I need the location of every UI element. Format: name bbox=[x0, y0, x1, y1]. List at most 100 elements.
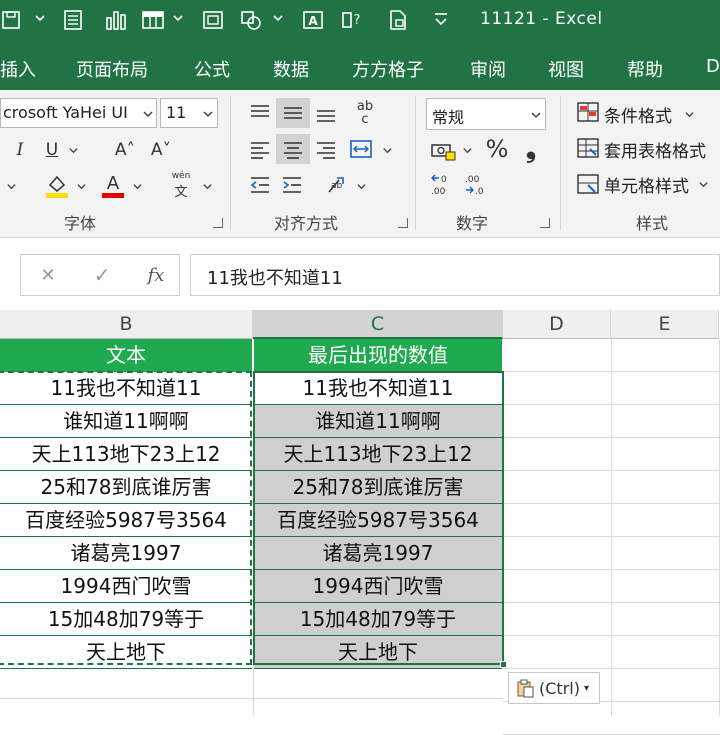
tab-more[interactable]: D bbox=[706, 56, 720, 77]
merge-caret-icon[interactable] bbox=[380, 142, 394, 158]
fill-handle[interactable] bbox=[500, 661, 507, 668]
form-icon[interactable] bbox=[60, 7, 86, 33]
font-name-value: crosoft YaHei UI bbox=[3, 103, 128, 122]
text-box-icon[interactable]: A bbox=[300, 7, 326, 33]
fill-color-icon[interactable] bbox=[42, 170, 72, 200]
document-lock-icon[interactable] bbox=[385, 7, 411, 33]
decrease-font-button[interactable]: A˅ bbox=[144, 136, 178, 164]
accounting-format-icon[interactable] bbox=[428, 136, 458, 164]
column-header-b[interactable]: B bbox=[0, 310, 253, 339]
header-cell-last-number[interactable]: 最后出现的数值 bbox=[254, 339, 502, 372]
chart-icon[interactable] bbox=[103, 7, 129, 33]
percent-style-button[interactable]: % bbox=[482, 134, 512, 164]
cell-styles-caret-icon[interactable] bbox=[696, 176, 710, 192]
increase-indent-icon[interactable] bbox=[278, 170, 306, 200]
increase-decimal-icon[interactable]: 0.00 bbox=[428, 170, 458, 200]
merge-center-icon[interactable] bbox=[346, 134, 376, 164]
more-commands-icon[interactable] bbox=[428, 7, 454, 33]
paste-options-button[interactable]: (Ctrl) ▾ bbox=[508, 672, 600, 704]
align-middle-icon[interactable] bbox=[276, 98, 310, 128]
accounting-caret-icon[interactable] bbox=[460, 142, 474, 158]
number-format-caret-icon[interactable] bbox=[528, 106, 544, 124]
orientation-caret-icon[interactable] bbox=[354, 178, 368, 194]
phonetic-button[interactable]: wén 文 bbox=[166, 168, 196, 202]
column-header-d[interactable]: D bbox=[503, 310, 611, 339]
border-caret-icon[interactable] bbox=[4, 178, 18, 194]
formula-content: 11我也不知道11 bbox=[207, 268, 343, 289]
decrease-indent-icon[interactable] bbox=[246, 170, 274, 200]
tab-insert[interactable]: 插入 bbox=[0, 56, 36, 82]
table-caret-icon[interactable] bbox=[172, 12, 184, 24]
function-icon[interactable]: ? bbox=[340, 7, 366, 33]
svg-text:A: A bbox=[107, 173, 120, 194]
column-header-c[interactable]: C bbox=[253, 310, 503, 339]
phonetic-label: wén bbox=[171, 170, 191, 181]
underline-button[interactable]: U bbox=[40, 136, 64, 164]
grid-line bbox=[611, 339, 612, 716]
increase-font-button[interactable]: A˄ bbox=[108, 136, 142, 164]
orientation-icon[interactable]: ab bbox=[322, 170, 352, 200]
grid-line bbox=[253, 665, 254, 716]
group-styles-label: 样式 bbox=[636, 214, 669, 233]
tab-view[interactable]: 视图 bbox=[548, 56, 584, 82]
tab-help[interactable]: 帮助 bbox=[627, 56, 663, 82]
document-title: 11121 - Excel bbox=[480, 9, 603, 29]
font-size-value: 11 bbox=[166, 103, 187, 122]
formula-controls: ✕ ✓ fx bbox=[20, 254, 180, 296]
align-left-icon[interactable] bbox=[246, 134, 274, 164]
font-size-caret-icon[interactable] bbox=[200, 104, 216, 124]
screenshot-icon[interactable] bbox=[200, 7, 226, 33]
save-icon[interactable] bbox=[0, 7, 22, 33]
conditional-format-caret-icon[interactable] bbox=[682, 106, 696, 122]
tab-formulas[interactable]: 公式 bbox=[194, 56, 230, 82]
phonetic-caret-icon[interactable] bbox=[200, 178, 214, 194]
align-right-icon[interactable] bbox=[312, 134, 340, 164]
align-bottom-icon[interactable] bbox=[312, 98, 340, 128]
insert-function-button[interactable]: fx bbox=[143, 262, 169, 288]
fill-color-caret-icon[interactable] bbox=[74, 178, 88, 194]
svg-text:?: ? bbox=[354, 13, 361, 28]
font-name-box[interactable]: crosoft YaHei UI bbox=[0, 98, 157, 128]
paste-options-label: (Ctrl) bbox=[539, 678, 580, 698]
font-color-caret-icon[interactable] bbox=[130, 178, 144, 194]
wrap-text-icon[interactable]: ab c bbox=[350, 98, 380, 128]
cell-styles-icon[interactable] bbox=[574, 170, 602, 198]
conditional-format-icon[interactable] bbox=[574, 98, 602, 126]
number-launcher-icon[interactable] bbox=[540, 218, 550, 228]
selection-border bbox=[253, 371, 504, 665]
decrease-decimal-icon[interactable]: .00.0 bbox=[462, 170, 492, 200]
format-as-table-icon[interactable] bbox=[574, 134, 602, 162]
formula-input[interactable]: 11我也不知道11 bbox=[190, 254, 720, 296]
wrap-c: c bbox=[361, 112, 369, 127]
svg-text:0: 0 bbox=[441, 175, 447, 185]
tab-data[interactable]: 数据 bbox=[273, 56, 309, 82]
format-as-table-label[interactable]: 套用表格格式 bbox=[604, 137, 706, 162]
column-header-e[interactable]: E bbox=[611, 310, 719, 339]
tab-page-layout[interactable]: 页面布局 bbox=[76, 56, 148, 82]
alignment-launcher-icon[interactable] bbox=[398, 218, 408, 228]
table-grid-icon[interactable] bbox=[140, 7, 166, 33]
font-color-icon[interactable]: A bbox=[98, 170, 128, 200]
ribbon: crosoft YaHei UI 11 I U A˄ A˅ A wén 文 字体 bbox=[0, 90, 720, 238]
align-top-icon[interactable] bbox=[246, 98, 274, 128]
italic-button[interactable]: I bbox=[8, 136, 32, 164]
comma-style-button[interactable]: ❟ bbox=[518, 134, 544, 164]
confirm-entry-button[interactable]: ✓ bbox=[89, 262, 115, 288]
font-launcher-icon[interactable] bbox=[213, 218, 223, 228]
cell-styles-label[interactable]: 单元格样式 bbox=[604, 172, 689, 197]
underline-caret-icon[interactable] bbox=[66, 142, 80, 158]
header-cell-text[interactable]: 文本 bbox=[0, 339, 252, 372]
tab-fangfang[interactable]: 方方格子 bbox=[352, 56, 424, 82]
shapes-caret-icon[interactable] bbox=[272, 12, 284, 24]
ribbon-tabs: 插入 页面布局 公式 数据 方方格子 审阅 视图 帮助 D bbox=[0, 45, 720, 90]
qat-customize-caret-icon[interactable] bbox=[34, 12, 46, 24]
align-center-icon[interactable] bbox=[276, 134, 310, 164]
copy-range-marquee bbox=[0, 371, 252, 665]
shapes-icon[interactable] bbox=[238, 7, 264, 33]
svg-text:.0: .0 bbox=[475, 187, 484, 197]
ribbon-separator bbox=[230, 96, 231, 230]
font-name-caret-icon[interactable] bbox=[140, 104, 156, 124]
conditional-format-label[interactable]: 条件格式 bbox=[604, 102, 672, 127]
cancel-entry-button[interactable]: ✕ bbox=[35, 262, 61, 288]
tab-review[interactable]: 审阅 bbox=[470, 56, 506, 82]
